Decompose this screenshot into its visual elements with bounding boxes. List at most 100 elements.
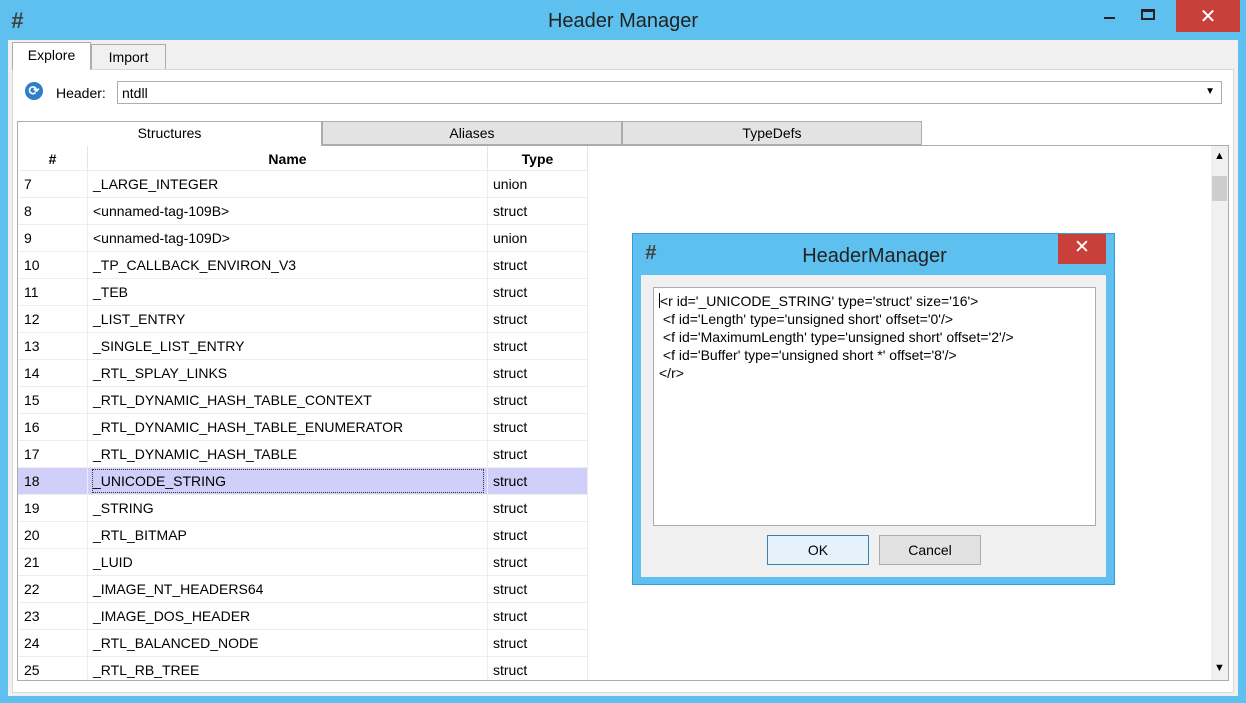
dialog-xml-textarea[interactable]: <r id='_UNICODE_STRING' type='struct' si…: [653, 287, 1096, 526]
vertical-scrollbar[interactable]: ▲ ▼: [1211, 146, 1228, 680]
column-header-num[interactable]: #: [18, 146, 88, 170]
dialog-close-button[interactable]: ✕: [1058, 234, 1106, 264]
row-name: _RTL_BALANCED_NODE: [88, 629, 488, 656]
cancel-button[interactable]: Cancel: [879, 535, 981, 565]
table-row[interactable]: 16 _RTL_DYNAMIC_HASH_TABLE_ENUMERATOR stru…: [18, 413, 588, 440]
table-row[interactable]: 9 <unnamed-tag-109D> union: [18, 224, 588, 251]
table-row[interactable]: 25 _RTL_RB_TREE struct: [18, 656, 588, 680]
refresh-icon[interactable]: ⟳: [25, 82, 43, 100]
row-type: struct: [488, 305, 588, 332]
close-icon: ✕: [1074, 237, 1090, 258]
row-name: <unnamed-tag-109D>: [88, 224, 488, 251]
table-row[interactable]: 11 _TEB struct: [18, 278, 588, 305]
row-type: struct: [488, 332, 588, 359]
table-row[interactable]: 10 _TP_CALLBACK_ENVIRON_V3 struct: [18, 251, 588, 278]
minimize-icon: [1104, 17, 1115, 19]
row-number: 9: [18, 224, 88, 251]
row-number: 15: [18, 386, 88, 413]
tab-structures[interactable]: Structures: [17, 121, 322, 146]
row-name: _RTL_BITMAP: [88, 521, 488, 548]
row-name: <unnamed-tag-109B>: [88, 197, 488, 224]
row-name: _RTL_RB_TREE: [88, 656, 488, 680]
maximize-button[interactable]: [1126, 0, 1172, 32]
row-type: struct: [488, 359, 588, 386]
title-bar[interactable]: # Header Manager ✕: [0, 0, 1246, 40]
close-button[interactable]: ✕: [1176, 0, 1240, 32]
row-number: 18: [18, 467, 88, 494]
row-name: _IMAGE_DOS_HEADER: [88, 602, 488, 629]
row-number: 11: [18, 278, 88, 305]
table-row[interactable]: 18 _UNICODE_STRING struct: [18, 467, 588, 494]
row-number: 23: [18, 602, 88, 629]
xml-line: <f id='Length' type='unsigned short' off…: [659, 311, 954, 327]
row-type: struct: [488, 602, 588, 629]
scroll-up-icon[interactable]: ▲: [1211, 150, 1228, 162]
row-number: 17: [18, 440, 88, 467]
table-row[interactable]: 14 _RTL_SPLAY_LINKS struct: [18, 359, 588, 386]
row-number: 21: [18, 548, 88, 575]
row-name: _SINGLE_LIST_ENTRY: [88, 332, 488, 359]
xml-line: <r id='_UNICODE_STRING' type='struct' si…: [659, 293, 979, 309]
row-number: 13: [18, 332, 88, 359]
table-row[interactable]: 17 _RTL_DYNAMIC_HASH_TABLE struct: [18, 440, 588, 467]
xml-line: <f id='MaximumLength' type='unsigned sho…: [659, 329, 1014, 345]
row-type: struct: [488, 629, 588, 656]
table-row[interactable]: 15 _RTL_DYNAMIC_HASH_TABLE_CONTEXT struct: [18, 386, 588, 413]
tab-aliases[interactable]: Aliases: [322, 121, 622, 145]
row-number: 20: [18, 521, 88, 548]
table-row[interactable]: 21 _LUID struct: [18, 548, 588, 575]
row-name-text: _UNICODE_STRING: [92, 469, 484, 493]
row-type: struct: [488, 521, 588, 548]
row-type: struct: [488, 251, 588, 278]
ok-button[interactable]: OK: [767, 535, 869, 565]
table-row[interactable]: 12 _LIST_ENTRY struct: [18, 305, 588, 332]
row-number: 14: [18, 359, 88, 386]
table-row[interactable]: 19 _STRING struct: [18, 494, 588, 521]
row-type: struct: [488, 386, 588, 413]
row-name: _TEB: [88, 278, 488, 305]
table-row[interactable]: 13 _SINGLE_LIST_ENTRY struct: [18, 332, 588, 359]
chevron-down-icon[interactable]: ▼: [1205, 86, 1215, 97]
row-number: 16: [18, 413, 88, 440]
tab-typedefs[interactable]: TypeDefs: [622, 121, 922, 145]
tab-explore[interactable]: Explore: [12, 42, 91, 70]
row-type: struct: [488, 197, 588, 224]
header-dialog: # HeaderManager ✕ <r id='_UNICODE_STRING…: [632, 233, 1115, 585]
row-name: _RTL_SPLAY_LINKS: [88, 359, 488, 386]
table-row[interactable]: 8 <unnamed-tag-109B> struct: [18, 197, 588, 224]
table-row[interactable]: 24 _RTL_BALANCED_NODE struct: [18, 629, 588, 656]
table-row[interactable]: 22 _IMAGE_NT_HEADERS64 struct: [18, 575, 588, 602]
column-header-type[interactable]: Type: [488, 146, 588, 170]
column-header-name[interactable]: Name: [88, 146, 488, 170]
dialog-client: <r id='_UNICODE_STRING' type='struct' si…: [641, 275, 1106, 577]
table-row[interactable]: 23 _IMAGE_DOS_HEADER struct: [18, 602, 588, 629]
row-type: union: [488, 170, 588, 197]
row-name: _TP_CALLBACK_ENVIRON_V3: [88, 251, 488, 278]
row-number: 10: [18, 251, 88, 278]
row-name: _RTL_DYNAMIC_HASH_TABLE_ENUMERATOR: [88, 413, 488, 440]
tab-import[interactable]: Import: [91, 44, 166, 70]
window-title: Header Manager: [547, 10, 699, 32]
row-type: struct: [488, 494, 588, 521]
row-type: struct: [488, 413, 588, 440]
scroll-down-icon[interactable]: ▼: [1211, 662, 1228, 674]
row-number: 12: [18, 305, 88, 332]
row-name: _LARGE_INTEGER: [88, 170, 488, 197]
row-name: _RTL_DYNAMIC_HASH_TABLE_CONTEXT: [88, 386, 488, 413]
row-type: struct: [488, 440, 588, 467]
row-name: _UNICODE_STRING: [88, 467, 488, 494]
row-number: 22: [18, 575, 88, 602]
header-select-value: ntdll: [122, 85, 148, 101]
row-number: 7: [18, 170, 88, 197]
header-label: Header:: [56, 85, 106, 101]
table-row[interactable]: 7 _LARGE_INTEGER union: [18, 170, 588, 197]
scroll-thumb[interactable]: [1212, 176, 1227, 201]
dialog-title: HeaderManager: [802, 245, 947, 267]
row-name: _LIST_ENTRY: [88, 305, 488, 332]
table-row[interactable]: 20 _RTL_BITMAP struct: [18, 521, 588, 548]
header-select[interactable]: ntdll ▼: [117, 81, 1222, 104]
row-name: _STRING: [88, 494, 488, 521]
row-number: 19: [18, 494, 88, 521]
maximize-icon: [1141, 9, 1155, 20]
row-name: _LUID: [88, 548, 488, 575]
